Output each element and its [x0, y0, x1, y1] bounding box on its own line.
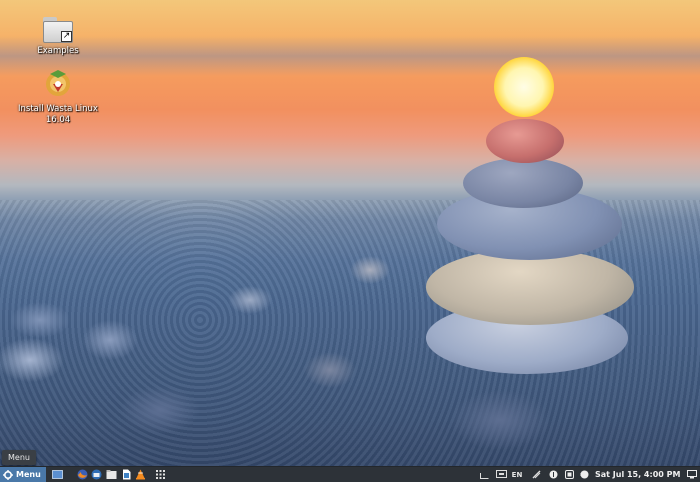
- desktop-icon-install[interactable]: Install Wasta Linux 16.04: [10, 68, 106, 126]
- tray-volume[interactable]: [579, 467, 591, 482]
- libreoffice-writer-icon[interactable]: [121, 469, 132, 480]
- tray-keyboard[interactable]: [478, 467, 490, 482]
- onscreen-keyboard-icon: [495, 470, 507, 478]
- menu-label: Menu: [16, 470, 41, 479]
- thunderbird-icon[interactable]: [91, 469, 102, 480]
- menu-tooltip: Menu: [2, 450, 36, 465]
- bottom-panel: Menu EN Sat Jul 15, 4:00 PM: [0, 466, 700, 482]
- tray-updates[interactable]: [547, 467, 559, 482]
- stone-2: [463, 158, 583, 208]
- updates-icon: [549, 470, 557, 479]
- tray-network[interactable]: [530, 467, 542, 482]
- tray-onscreen-keyboard[interactable]: [494, 467, 508, 482]
- desktop-icon-examples[interactable]: ↗ Examples: [10, 17, 106, 57]
- app-grid-icon[interactable]: [155, 469, 166, 480]
- network-icon: [532, 470, 540, 479]
- tray-window-list[interactable]: [686, 467, 698, 482]
- keyboard-icon: [479, 472, 488, 479]
- folder-link-icon: ↗: [43, 17, 73, 43]
- window-list-icon: [687, 470, 697, 479]
- volume-icon: [580, 470, 588, 479]
- stone-1: [486, 119, 564, 163]
- show-desktop-icon[interactable]: [52, 469, 63, 480]
- desktop-icon-label: Install Wasta Linux 16.04: [18, 104, 98, 125]
- menu-button[interactable]: Menu: [0, 467, 46, 482]
- gear-icon: [3, 469, 13, 480]
- installer-icon: [46, 70, 70, 96]
- sun: [494, 57, 554, 117]
- keyboard-layout-indicator[interactable]: EN: [510, 467, 524, 482]
- files-icon[interactable]: [106, 469, 117, 480]
- vlc-icon[interactable]: [135, 469, 146, 480]
- clock[interactable]: Sat Jul 15, 4:00 PM: [595, 467, 680, 482]
- firefox-icon[interactable]: [77, 469, 88, 480]
- desktop-icon-label: Examples: [37, 46, 79, 56]
- stone-4: [426, 249, 634, 325]
- wasta-icon: [564, 470, 574, 479]
- tray-wasta[interactable]: [563, 467, 575, 482]
